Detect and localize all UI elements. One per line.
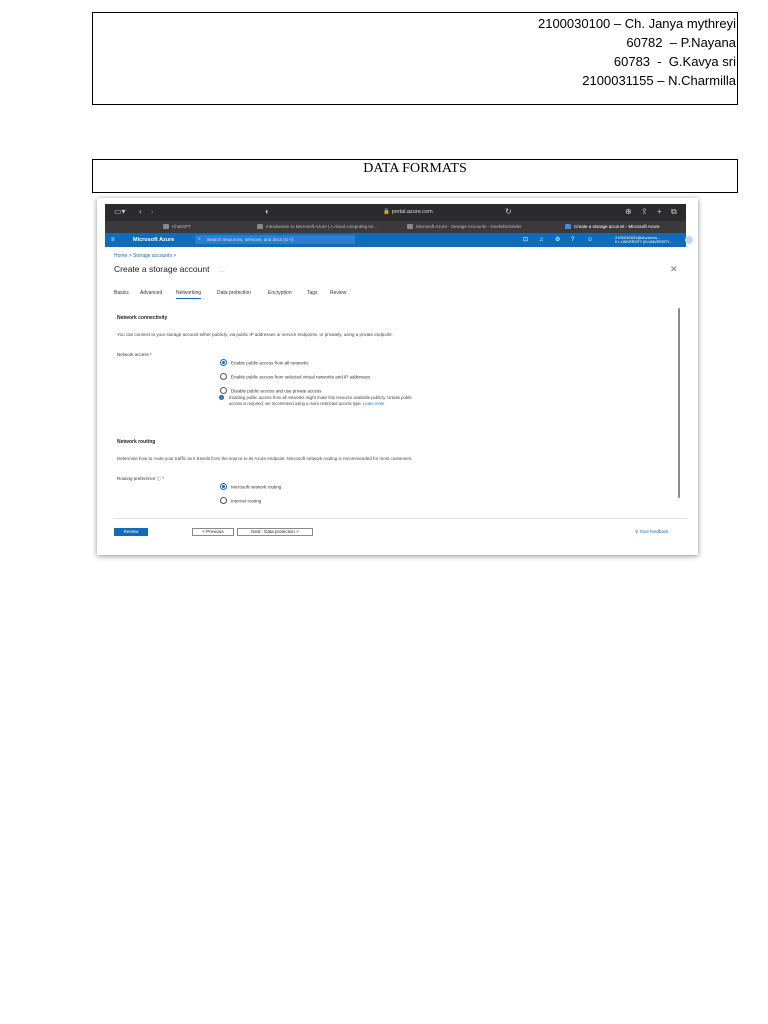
tab-networking[interactable]: Networking bbox=[176, 289, 202, 299]
radio-empty-icon bbox=[220, 497, 227, 505]
new-tab-icon[interactable]: + bbox=[657, 207, 662, 217]
back-icon[interactable]: ‹ bbox=[139, 207, 142, 217]
tab-advanced[interactable]: Advanced bbox=[140, 289, 162, 297]
cloud-shell-icon[interactable]: ⊡ bbox=[523, 236, 528, 244]
url-text: portal.azure.com bbox=[391, 209, 433, 215]
previous-button[interactable]: < Previous bbox=[192, 528, 234, 536]
breadcrumb[interactable]: Home > Storage accounts > bbox=[114, 252, 176, 260]
network-routing-title: Network routing bbox=[117, 439, 156, 445]
user-account[interactable]: 2100030831@klunivers... K L UNIVERSITY (… bbox=[615, 235, 672, 245]
sidebar-toggle-icon[interactable]: ▭▾ bbox=[114, 207, 126, 217]
network-connectivity-title: Network connectivity bbox=[117, 315, 168, 321]
radio-empty-icon bbox=[220, 373, 227, 381]
tab-basics[interactable]: Basics bbox=[114, 289, 129, 297]
privacy-shield-icon[interactable]: ◐ bbox=[265, 207, 270, 217]
browser-tab-geeksforgeeks[interactable]: Microsoft Azure - Storage Accounts - Gee… bbox=[407, 223, 542, 231]
give-feedback-link[interactable]: ⚲ Give feedback bbox=[635, 528, 668, 536]
notifications-icon[interactable]: ♫ bbox=[539, 236, 544, 244]
scrollbar[interactable] bbox=[678, 308, 680, 498]
member-line-4: 2100031155 – N.Charmilla bbox=[582, 73, 736, 88]
avatar[interactable] bbox=[685, 236, 693, 244]
tab-favicon-icon bbox=[163, 224, 169, 230]
network-access-label: Network access * bbox=[117, 352, 152, 357]
tab-tags[interactable]: Tags bbox=[307, 289, 318, 297]
hamburger-menu-icon[interactable]: ≡ bbox=[111, 236, 115, 244]
browser-toolbar: ▭▾ ‹ › ◐ 🔒 portal.azure.com ↻ ⊕ ⇪ + ⧉ bbox=[105, 204, 686, 221]
help-icon[interactable]: ? bbox=[571, 236, 574, 244]
azure-topbar: ≡ Microsoft Azure ⌕ Search resources, se… bbox=[105, 233, 693, 247]
close-icon[interactable]: ✕ bbox=[670, 264, 678, 274]
download-icon[interactable]: ⊕ bbox=[625, 207, 632, 217]
radio-public-all-networks[interactable]: Enable public access from all networks bbox=[220, 354, 309, 367]
radio-selected-icon bbox=[220, 483, 227, 491]
tab-favicon-icon bbox=[407, 224, 413, 230]
browser-tab-intro-azure[interactable]: Introduction to Microsoft Azure | A clou… bbox=[257, 223, 387, 231]
azure-search-input[interactable]: ⌕ Search resources, services, and docs (… bbox=[195, 235, 355, 244]
radio-public-selected-networks[interactable]: Enable public access from selected virtu… bbox=[220, 368, 370, 381]
member-line-2: 60782 – P.Nayana bbox=[626, 35, 736, 50]
tab-review[interactable]: Review bbox=[330, 289, 346, 297]
radio-microsoft-routing[interactable]: Microsoft network routing bbox=[220, 478, 281, 491]
member-line-1: 2100030100 – Ch. Janya mythreyi bbox=[537, 16, 736, 31]
address-bar[interactable]: 🔒 portal.azure.com bbox=[373, 208, 443, 216]
browser-tab-chatgpt[interactable]: ChatGPT bbox=[163, 223, 233, 231]
tab-favicon-icon bbox=[565, 224, 571, 230]
tab-overview-icon[interactable]: ⧉ bbox=[671, 207, 677, 217]
forward-icon[interactable]: › bbox=[151, 207, 154, 217]
search-icon: ⌕ bbox=[198, 236, 201, 242]
tab-encryption[interactable]: Encryption bbox=[268, 289, 292, 297]
member-line-3: 60783 - G.Kavya sri bbox=[613, 54, 736, 69]
feedback-icon: ⚲ bbox=[635, 529, 639, 534]
azure-screenshot: ▭▾ ‹ › ◐ 🔒 portal.azure.com ↻ ⊕ ⇪ + ⧉ Ch… bbox=[97, 198, 698, 555]
review-button[interactable]: Review bbox=[114, 528, 148, 536]
learn-more-link[interactable]: Learn more bbox=[363, 401, 384, 406]
radio-private-access[interactable]: Disable public access and use private ac… bbox=[220, 382, 322, 395]
tab-data-protection[interactable]: Data protection bbox=[217, 289, 251, 297]
routing-preference-label: Routing preference ⓘ * bbox=[117, 476, 165, 481]
network-connectivity-description: You can connect to your storage account … bbox=[117, 332, 393, 337]
user-org: K L UNIVERSITY (KLUNIVERSITY... bbox=[615, 240, 672, 244]
reload-icon[interactable]: ↻ bbox=[505, 207, 512, 217]
share-icon[interactable]: ⇪ bbox=[641, 207, 648, 217]
author-box: 2100030100 – Ch. Janya mythreyi 60782 – … bbox=[92, 12, 738, 105]
next-data-protection-button[interactable]: Next : Data protection > bbox=[237, 528, 313, 536]
network-routing-description: Determine how to route your traffic as i… bbox=[117, 456, 413, 461]
footer-divider bbox=[114, 518, 687, 519]
azure-brand[interactable]: Microsoft Azure bbox=[133, 236, 174, 244]
radio-internet-routing[interactable]: Internet routing bbox=[220, 492, 261, 505]
document-heading: DATA FORMATS bbox=[92, 159, 738, 193]
browser-tabbar: ChatGPT Introduction to Microsoft Azure … bbox=[105, 221, 686, 233]
more-options-icon[interactable]: ... bbox=[220, 268, 225, 274]
tab-favicon-icon bbox=[257, 224, 263, 230]
feedback-person-icon[interactable]: ☺ bbox=[587, 236, 593, 244]
radio-selected-icon bbox=[220, 359, 227, 367]
page-title: Create a storage account ... bbox=[114, 264, 225, 274]
browser-tab-create-storage[interactable]: Create a storage account - Microsoft Azu… bbox=[565, 223, 685, 231]
radio-empty-icon bbox=[220, 387, 227, 395]
settings-gear-icon[interactable]: ⚙ bbox=[555, 236, 560, 244]
info-icon: i bbox=[219, 395, 224, 400]
